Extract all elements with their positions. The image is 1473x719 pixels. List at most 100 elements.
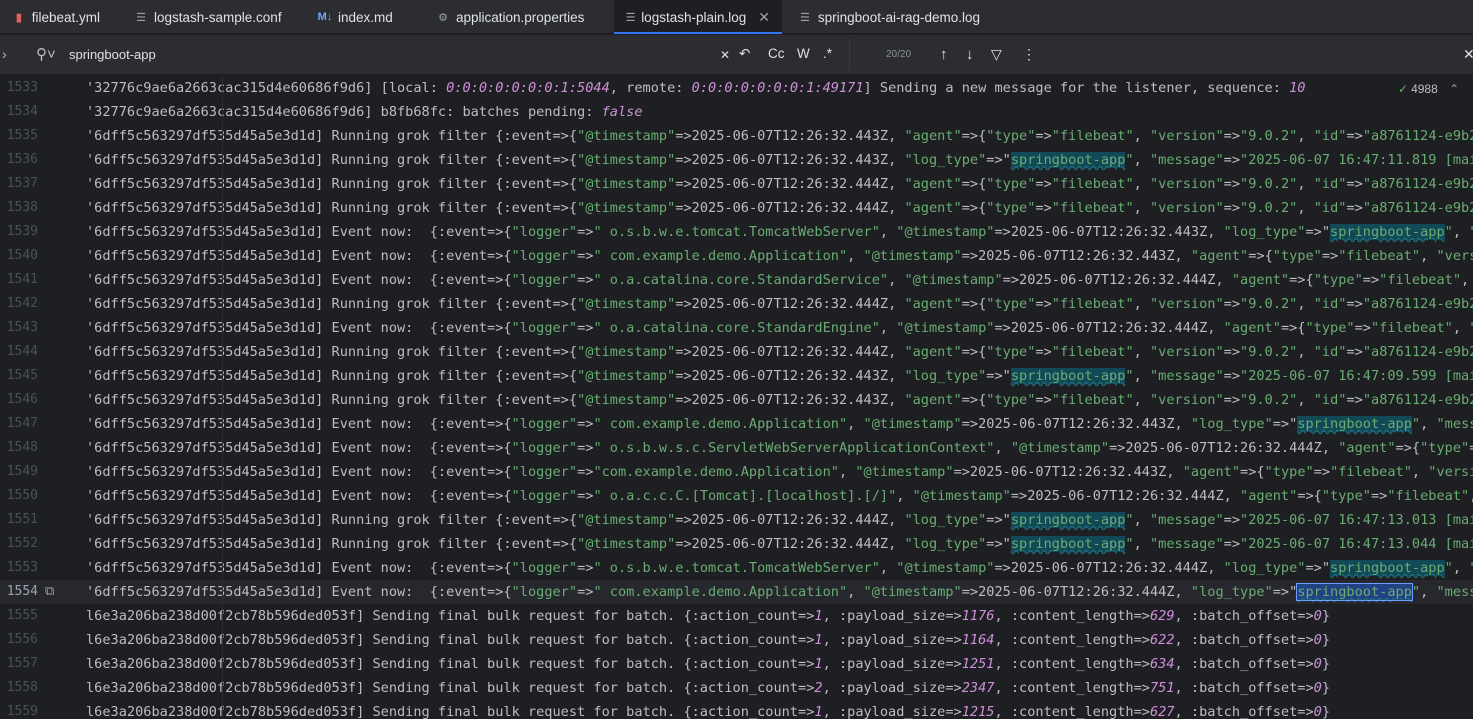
code-token: , [1297,200,1314,216]
code-token: =>2025-06-07T12:26:32.444Z, [1010,488,1241,504]
ai-assist-icon[interactable]: ⧉ [45,580,54,604]
close-search-icon[interactable]: ✕ [1463,46,1473,63]
code-line[interactable]: 1558 l6e3a206ba238d00f2cb78b596ded053f] S… [0,676,1473,700]
code-token: l6e3a206ba238d00f2cb78b596ded053f] Sendi… [86,680,815,696]
code-token: "message" [1436,584,1473,600]
code-token: '32776c9ae6a2663cac315d4e60686f9d6] b8fb… [86,104,602,120]
previous-match-icon[interactable]: ↑ [940,46,948,63]
code-token: "message" [1149,512,1224,528]
code-token: "version" [1150,344,1224,360]
code-line[interactable]: 1545 '6dff5c563297df535d45a5e3d1d] Runnin… [0,364,1473,388]
editor-area[interactable]: 1533 '32776c9ae6a2663cac315d4e60686f9d6] … [0,76,1473,719]
code-line[interactable]: 1536 '6dff5c563297df535d45a5e3d1d] Runnin… [0,148,1473,172]
code-token: " [1125,536,1134,552]
tab-application-properties[interactable]: ⚙ application.properties [414,0,614,34]
code-line[interactable]: 1544 '6dff5c563297df535d45a5e3d1d] Runnin… [0,340,1473,364]
code-token: =>" [986,536,1011,552]
code-line[interactable]: 1554 ⧉ '6dff5c563297df535d45a5e3d1d] Event… [0,580,1473,604]
code-line[interactable]: 1535 '6dff5c563297df535d45a5e3d1d] Runnin… [0,124,1473,148]
clear-search-icon[interactable]: ✕ [720,48,730,62]
next-match-icon[interactable]: ↓ [966,46,974,63]
code-token: , [1452,224,1470,240]
code-token: '32776c9ae6a2663cac315d4e60686f9d6] [loc… [86,80,447,96]
code-line[interactable]: 1550 '6dff5c563297df535d45a5e3d1d] Event … [0,484,1473,508]
code-token: " com.example.demo.Application" [593,416,848,432]
code-line[interactable]: 1552 '6dff5c563297df535d45a5e3d1d] Runnin… [0,532,1473,556]
code-token: "type" [1420,440,1470,456]
tab-logstash-sample-conf[interactable]: ☰ logstash-sample.conf [112,0,296,34]
code-token: => [1035,200,1052,216]
code-token: '6dff5c563297df535d45a5e3d1d] Running gr… [86,344,578,360]
search-history-recent-icon[interactable]: ↶ [739,46,750,62]
code-line[interactable]: 1548 '6dff5c563297df535d45a5e3d1d] Event … [0,436,1473,460]
code-token: "logger" [511,416,578,432]
code-line[interactable]: 1539 '6dff5c563297df535d45a5e3d1d] Event … [0,220,1473,244]
code-line[interactable]: 1543 '6dff5c563297df535d45a5e3d1d] Event … [0,316,1473,340]
tab-label: springboot-ai-rag-demo.log [817,9,980,25]
code-token: "log_type" [1190,584,1273,600]
code-token: "agent" [1223,320,1281,336]
code-line[interactable]: 1549 '6dff5c563297df535d45a5e3d1d] Event … [0,460,1473,484]
line-text: '6dff5c563297df535d45a5e3d1d] Running gr… [86,388,1473,412]
line-number: 1550 [6,488,38,503]
code-token: '6dff5c563297df535d45a5e3d1d] Event now:… [86,272,512,288]
code-line[interactable]: 1547 '6dff5c563297df535d45a5e3d1d] Event … [0,412,1473,436]
code-token: "version" [1428,464,1473,480]
code-token: , [1133,536,1150,552]
line-number: 1533 [6,80,38,95]
code-token: => [1035,176,1052,192]
code-line[interactable]: 1546 '6dff5c563297df535d45a5e3d1d] Runnin… [0,388,1473,412]
code-line[interactable]: 1559 l6e3a206ba238d00f2cb78b596ded053f] S… [0,700,1473,719]
tab-logstash-plain-log[interactable]: ☰ logstash-plain.log ✕ [614,0,782,34]
close-icon[interactable]: ✕ [758,9,770,26]
code-line[interactable]: 1534 '32776c9ae6a2663cac315d4e60686f9d6] … [0,100,1473,124]
tab-filebeat-yml[interactable]: ▮ filebeat.yml [0,0,112,34]
code-token: , [1133,344,1150,360]
code-token: => [1223,368,1241,384]
code-token: => [1370,488,1388,504]
column-divider [222,76,223,719]
code-line[interactable]: 1542 '6dff5c563297df535d45a5e3d1d] Runnin… [0,292,1473,316]
config-file-icon: ☰ [136,11,146,24]
code-token: "@timestamp" [577,128,676,144]
code-token: => [1223,392,1241,408]
code-line[interactable]: 1556 l6e3a206ba238d00f2cb78b596ded053f] S… [0,628,1473,652]
search-history-icon[interactable]: ⚲˅ [36,45,56,63]
line-text: l6e3a206ba238d00f2cb78b596ded053f] Sendi… [86,676,1330,700]
code-line[interactable]: 1533 '32776c9ae6a2663cac315d4e60686f9d6] … [0,76,1473,100]
code-line[interactable]: 1557 l6e3a206ba238d00f2cb78b596ded053f] S… [0,652,1473,676]
search-input[interactable]: springboot-app [69,47,669,62]
inspection-widget[interactable]: ✓ 4988 ⌃ [1398,82,1459,96]
code-line[interactable]: 1553 '6dff5c563297df535d45a5e3d1d] Event … [0,556,1473,580]
code-token: "a8761124-e9b2-41d9 [1362,200,1473,216]
filter-icon[interactable]: ▽ [991,46,1002,63]
expand-replace-icon[interactable]: › [2,46,7,62]
code-token: =>2025-06-07T12:26:32.444Z, [675,536,905,552]
code-line[interactable]: 1540 '6dff5c563297df535d45a5e3d1d] Event … [0,244,1473,268]
code-token: , :batch_offset=> [1174,680,1314,696]
code-line[interactable]: 1541 '6dff5c563297df535d45a5e3d1d] Event … [0,268,1473,292]
code-line[interactable]: 1538 '6dff5c563297df535d45a5e3d1d] Runnin… [0,196,1473,220]
regex-toggle[interactable]: .* [823,46,832,61]
code-token: =>" [1305,560,1331,576]
code-token: => [1346,392,1363,408]
code-token: "2025-06-07 16:47:11.819 [main] IN [1240,152,1473,168]
code-token: '6dff5c563297df535d45a5e3d1d] Running gr… [86,152,578,168]
line-number: 1536 [6,152,38,167]
code-line[interactable]: 1551 '6dff5c563297df535d45a5e3d1d] Runnin… [0,508,1473,532]
code-line[interactable]: 1555 l6e3a206ba238d00f2cb78b596ded053f] S… [0,604,1473,628]
code-token: " o.s.b.w.s.c.ServletWebServerApplicatio… [593,440,995,456]
code-line[interactable]: 1537 '6dff5c563297df535d45a5e3d1d] Runnin… [0,172,1473,196]
code-token: => [1223,344,1241,360]
code-token: => [1469,440,1473,456]
tab-index-md[interactable]: M↓ index.md [296,0,414,34]
whole-words-toggle[interactable]: W [797,46,810,61]
chevron-up-icon[interactable]: ⌃ [1449,82,1459,96]
code-token: "filebeat" [1051,296,1134,312]
more-options-icon[interactable]: ⋮ [1022,46,1036,63]
code-token: } [1321,680,1331,696]
tab-springboot-ai-rag-demo-log[interactable]: ☰ springboot-ai-rag-demo.log [782,0,992,34]
match-case-toggle[interactable]: Cc [768,46,785,61]
code-token: "@timestamp" [863,248,962,264]
code-token: " o.a.catalina.core.StandardEngine" [593,320,880,336]
